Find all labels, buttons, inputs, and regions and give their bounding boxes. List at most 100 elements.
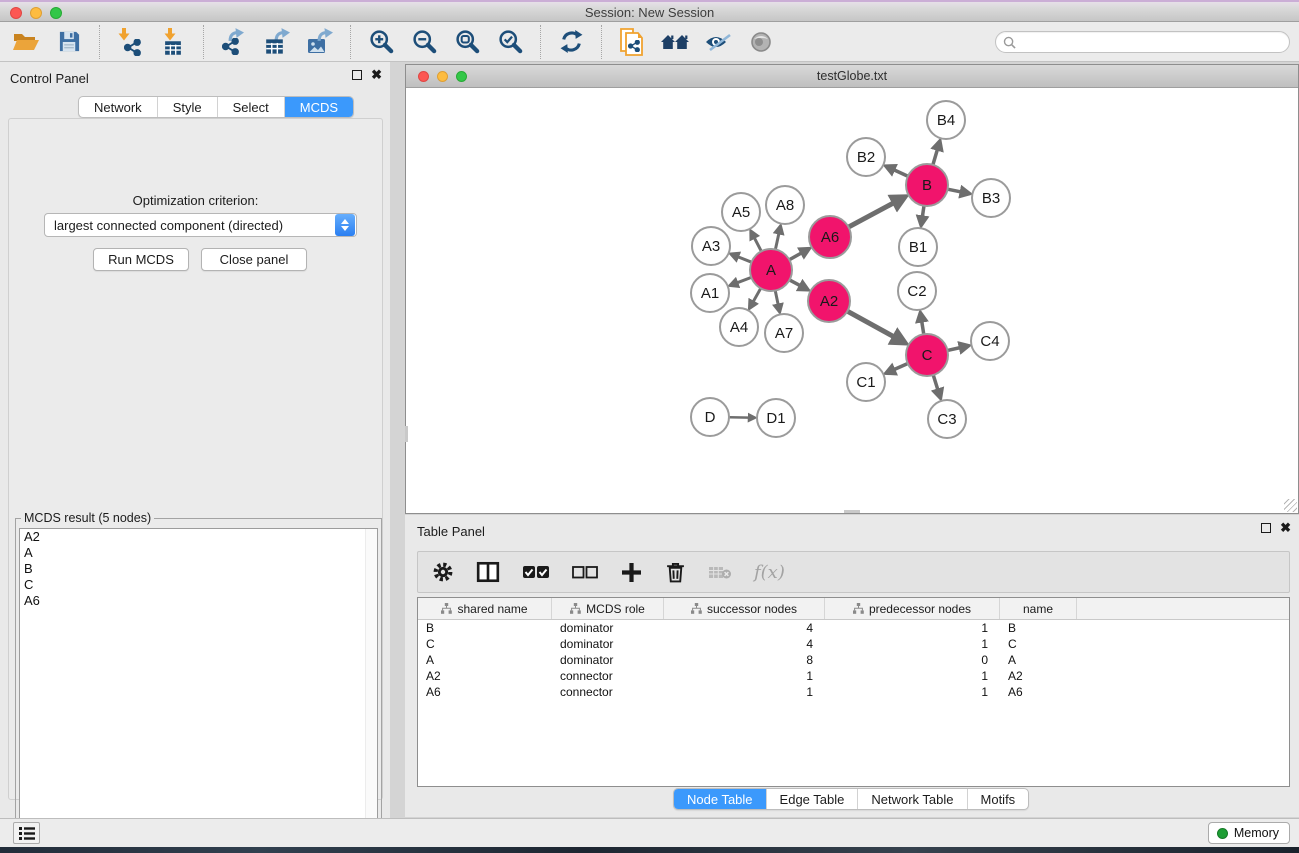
float-panel-icon[interactable] <box>352 70 362 80</box>
close-panel-icon[interactable]: ✖ <box>1280 522 1291 534</box>
deselect-all-button[interactable] <box>572 559 598 585</box>
new-network-from-file-button[interactable] <box>614 25 650 59</box>
search-field[interactable] <box>995 31 1290 53</box>
show-panels-button[interactable] <box>13 822 40 844</box>
graph-node-C3[interactable]: C3 <box>928 400 966 438</box>
graph-node-A6[interactable]: A6 <box>809 216 851 258</box>
graph-node-A2[interactable]: A2 <box>808 280 850 322</box>
tab-style[interactable]: Style <box>158 97 218 117</box>
graph-node-B[interactable]: B <box>906 164 948 206</box>
export-network-button[interactable] <box>216 25 252 59</box>
zoom-in-button[interactable] <box>363 25 399 59</box>
column-header-name[interactable]: name <box>1000 598 1077 619</box>
graph-edge-C-C1[interactable] <box>894 363 908 369</box>
table-row[interactable]: Bdominator41B <box>418 620 1289 636</box>
graph-edge-A-A6[interactable] <box>789 253 801 260</box>
graph-node-C4[interactable]: C4 <box>971 322 1009 360</box>
tab-network[interactable]: Network <box>79 97 158 117</box>
tab-edge-table[interactable]: Edge Table <box>767 789 859 809</box>
table-options-button[interactable] <box>432 559 454 585</box>
function-builder-button[interactable]: f(x) <box>754 559 785 585</box>
graph-node-D[interactable]: D <box>691 398 729 436</box>
float-panel-icon[interactable] <box>1261 523 1271 533</box>
table-row[interactable]: A6connector11A6 <box>418 684 1289 700</box>
export-image-button[interactable] <box>302 25 338 59</box>
graph-node-D1[interactable]: D1 <box>757 399 795 437</box>
graph-node-A7[interactable]: A7 <box>765 314 803 352</box>
criterion-dropdown[interactable]: largest connected component (directed) <box>44 213 357 237</box>
network-canvas[interactable]: B4 B2 B B3 A8A5 A6 B1 A3 A C2 A1 A2 A4A7 C4 C C1 C3 D D1 <box>406 88 1298 513</box>
graph-edge-A-A2[interactable] <box>790 280 801 286</box>
graph-edge-A-A3[interactable] <box>738 257 752 262</box>
graph-edge-C-C3[interactable] <box>933 375 938 390</box>
zoom-out-button[interactable] <box>406 25 442 59</box>
graph-node-A5[interactable]: A5 <box>722 193 760 231</box>
tab-mcds[interactable]: MCDS <box>285 97 353 117</box>
network-window-titlebar[interactable]: testGlobe.txt <box>406 65 1298 88</box>
graph-node-B4[interactable]: B4 <box>927 101 965 139</box>
column-header-MCDS-role[interactable]: MCDS role <box>552 598 664 619</box>
run-mcds-button[interactable]: Run MCDS <box>93 248 189 271</box>
graph-node-A8[interactable]: A8 <box>766 186 804 224</box>
graph-edge-A-A4[interactable] <box>753 288 761 301</box>
memory-button[interactable]: Memory <box>1208 822 1290 844</box>
graph-edge-C-C4[interactable] <box>947 348 960 351</box>
graph-edge-A-A7[interactable] <box>775 291 778 305</box>
graph-node-A3[interactable]: A3 <box>692 227 730 265</box>
table-row[interactable]: A2connector11A2 <box>418 668 1289 684</box>
window-titlebar[interactable]: Session: New Session <box>0 0 1299 22</box>
graph-node-B2[interactable]: B2 <box>847 138 885 176</box>
graph-edge-B-B2[interactable] <box>894 170 908 176</box>
import-table-button[interactable] <box>155 25 191 59</box>
graph-node-B3[interactable]: B3 <box>972 179 1010 217</box>
table-row[interactable]: Cdominator41C <box>418 636 1289 652</box>
graph-node-A[interactable]: A <box>750 249 792 291</box>
graph-node-A4[interactable]: A4 <box>720 308 758 346</box>
close-panel-icon[interactable]: ✖ <box>371 69 382 81</box>
graph-edge-A2-C[interactable] <box>847 311 894 337</box>
add-row-button[interactable] <box>620 559 642 585</box>
graph-node-A1[interactable]: A1 <box>691 274 729 312</box>
graph-edge-B-B3[interactable] <box>948 189 961 192</box>
resize-grip[interactable] <box>1284 499 1297 512</box>
home-view-button[interactable] <box>657 25 693 59</box>
delete-table-button[interactable] <box>708 559 732 585</box>
graph-edge-C-C2[interactable] <box>922 321 924 334</box>
splitter-handle[interactable] <box>844 510 860 513</box>
tab-motifs[interactable]: Motifs <box>968 789 1029 809</box>
delete-row-button[interactable] <box>664 559 686 585</box>
save-session-button[interactable] <box>51 25 87 59</box>
mcds-result-item[interactable]: A6 <box>20 593 377 609</box>
graph-edge-A6-B[interactable] <box>849 203 894 227</box>
mcds-result-item[interactable]: B <box>20 561 377 577</box>
export-table-button[interactable] <box>259 25 295 59</box>
graph-edge-A-A8[interactable] <box>775 233 778 249</box>
zoom-selected-button[interactable] <box>492 25 528 59</box>
graph-edge-B-B1[interactable] <box>922 206 924 217</box>
select-all-button[interactable] <box>522 559 550 585</box>
column-header-successor-nodes[interactable]: successor nodes <box>664 598 825 619</box>
graph-node-C2[interactable]: C2 <box>898 272 936 310</box>
column-header-shared-name[interactable]: shared name <box>418 598 552 619</box>
mcds-result-item[interactable]: A <box>20 545 377 561</box>
table-row[interactable]: Adominator80A <box>418 652 1289 668</box>
list-scrollbar[interactable] <box>365 529 377 845</box>
column-header-predecessor-nodes[interactable]: predecessor nodes <box>825 598 1000 619</box>
mcds-result-list[interactable]: A2ABCA6 <box>19 528 378 846</box>
graph-node-B1[interactable]: B1 <box>899 228 937 266</box>
close-panel-button[interactable]: Close panel <box>201 248 307 271</box>
import-network-button[interactable] <box>112 25 148 59</box>
mcds-result-item[interactable]: A2 <box>20 529 377 545</box>
tab-network-table[interactable]: Network Table <box>858 789 967 809</box>
show-graphics-button[interactable] <box>743 25 779 59</box>
show-columns-button[interactable] <box>476 559 500 585</box>
mcds-result-item[interactable]: C <box>20 577 377 593</box>
hide-graphics-button[interactable] <box>700 25 736 59</box>
tab-select[interactable]: Select <box>218 97 285 117</box>
tab-node-table[interactable]: Node Table <box>674 789 767 809</box>
graph-node-C1[interactable]: C1 <box>847 363 885 401</box>
apply-layout-button[interactable] <box>553 25 589 59</box>
zoom-fit-button[interactable] <box>449 25 485 59</box>
search-input[interactable] <box>1020 35 1280 49</box>
graph-node-C[interactable]: C <box>906 334 948 376</box>
